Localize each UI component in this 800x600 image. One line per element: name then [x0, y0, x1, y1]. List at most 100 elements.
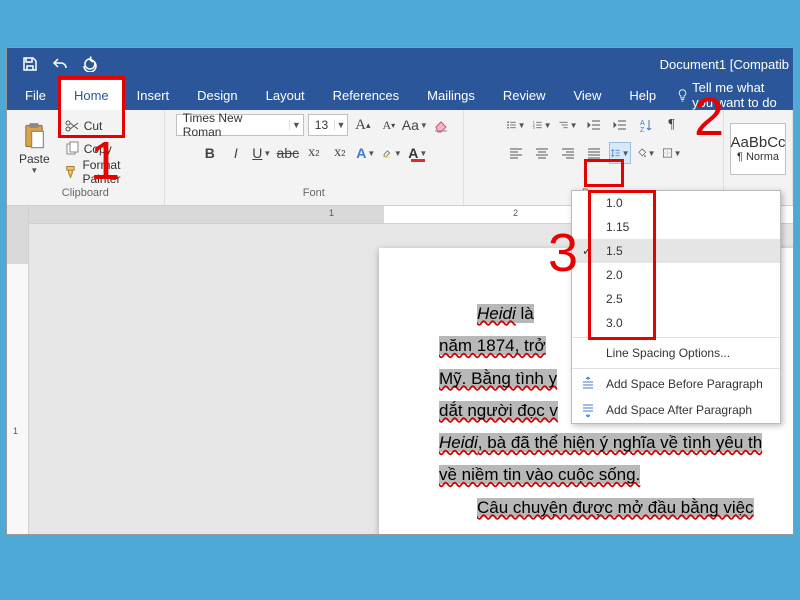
vertical-ruler[interactable]: 1 [7, 206, 29, 534]
numbering-button[interactable]: 123▼ [531, 114, 553, 136]
tab-file[interactable]: File [11, 80, 60, 110]
brush-icon [64, 164, 79, 180]
add-space-before-cmd[interactable]: Add Space Before Paragraph [572, 371, 780, 397]
doc-word: là [516, 304, 534, 323]
line-spacing-option[interactable]: 2.5 [572, 287, 780, 311]
style-normal[interactable]: AaBbCc ¶ Norma [730, 123, 786, 175]
outdent-icon [586, 117, 602, 133]
group-font: Times New Roman▼ 13▼ A▴ A▾ Aa▼ B I U▼ ab… [165, 110, 464, 205]
undo-button[interactable] [45, 49, 75, 79]
copy-button[interactable]: Copy [62, 138, 158, 160]
cut-button[interactable]: Cut [62, 115, 158, 137]
strikethrough-button[interactable]: abc [277, 142, 299, 164]
tab-layout[interactable]: Layout [252, 80, 319, 110]
numbering-icon: 123 [532, 117, 543, 133]
justify-icon [586, 145, 602, 161]
format-painter-button[interactable]: Format Painter [62, 161, 158, 183]
underline-button[interactable]: U▼ [251, 142, 273, 164]
bullets-icon [506, 117, 517, 133]
decrease-indent-button[interactable] [583, 114, 605, 136]
ls-value: 3.0 [606, 316, 623, 330]
align-right-icon [560, 145, 576, 161]
align-right-button[interactable] [557, 142, 579, 164]
superscript-button[interactable]: x2 [329, 142, 351, 164]
borders-icon [662, 145, 673, 161]
change-case-label: Aa [402, 117, 419, 133]
highlight-button[interactable]: ▼ [381, 142, 403, 164]
align-center-button[interactable] [531, 142, 553, 164]
hruler-num: 2 [513, 208, 518, 218]
doc-line: năm 1874, trở [439, 336, 546, 355]
ls-value: 2.0 [606, 268, 623, 282]
doc-line: Mỹ. Bằng tình y [439, 369, 557, 388]
tab-insert[interactable]: Insert [123, 80, 184, 110]
line-spacing-option[interactable]: 1.15 [572, 215, 780, 239]
paste-icon [20, 122, 48, 150]
bold-button[interactable]: B [199, 142, 221, 164]
shading-button[interactable]: ▼ [635, 142, 657, 164]
add-space-after-cmd[interactable]: Add Space After Paragraph [572, 397, 780, 423]
svg-text:Z: Z [640, 127, 645, 133]
cut-label: Cut [84, 119, 103, 133]
subscript-button[interactable]: x2 [303, 142, 325, 164]
show-marks-button[interactable]: ¶ [661, 114, 683, 136]
ls-value: 1.0 [606, 196, 623, 210]
group-clipboard: Paste ▼ Cut Copy Format Painter Clipboar… [7, 110, 165, 205]
group-clipboard-label: Clipboard [7, 187, 164, 205]
clear-formatting-button[interactable] [430, 114, 452, 136]
doc-line: Câu chuyện được mở đầu bằng việc [477, 498, 754, 517]
eraser-icon [433, 117, 449, 133]
font-name-combo[interactable]: Times New Roman▼ [176, 114, 304, 136]
tell-me-search[interactable]: Tell me what you want to do [670, 80, 793, 110]
multilevel-list-button[interactable]: ▼ [557, 114, 579, 136]
justify-button[interactable] [583, 142, 605, 164]
line-spacing-option[interactable]: 3.0 [572, 311, 780, 335]
paste-button[interactable]: Paste ▼ [13, 122, 56, 175]
svg-text:A: A [640, 120, 645, 127]
format-painter-label: Format Painter [82, 158, 155, 186]
increase-indent-button[interactable] [609, 114, 631, 136]
tab-home[interactable]: Home [60, 80, 123, 110]
redo-button[interactable] [75, 49, 105, 79]
borders-button[interactable]: ▼ [661, 142, 683, 164]
font-name-value: Times New Roman [177, 111, 289, 139]
check-icon: ✓ [582, 244, 592, 258]
align-center-icon [534, 145, 550, 161]
quick-access-toolbar: Document1 [Compatib [7, 48, 793, 80]
save-button[interactable] [15, 49, 45, 79]
line-spacing-icon [610, 145, 621, 161]
sort-button[interactable]: AZ [635, 114, 657, 136]
hruler-num: 1 [329, 208, 334, 218]
ls-before-label: Add Space Before Paragraph [606, 377, 763, 391]
line-spacing-option[interactable]: ✓1.5 [572, 239, 780, 263]
line-spacing-option[interactable]: 2.0 [572, 263, 780, 287]
ls-after-label: Add Space After Paragraph [606, 403, 752, 417]
line-spacing-option[interactable]: 1.0 [572, 191, 780, 215]
tab-design[interactable]: Design [183, 80, 251, 110]
doc-line: , bà đã thể hiện ý nghĩa về tình yêu th [478, 433, 762, 452]
change-case-button[interactable]: Aa▼ [404, 114, 426, 136]
tab-mailings[interactable]: Mailings [413, 80, 489, 110]
font-size-combo[interactable]: 13▼ [308, 114, 348, 136]
shrink-font-button[interactable]: A▾ [378, 114, 400, 136]
font-color-button[interactable]: A▼ [407, 142, 429, 164]
align-left-icon [508, 145, 524, 161]
tab-view[interactable]: View [559, 80, 615, 110]
text-effects-button[interactable]: A▼ [355, 142, 377, 164]
align-left-button[interactable] [505, 142, 527, 164]
grow-font-button[interactable]: A▴ [352, 114, 374, 136]
line-spacing-options-cmd[interactable]: Line Spacing Options... [572, 340, 780, 366]
bullets-button[interactable]: ▼ [505, 114, 527, 136]
tab-review[interactable]: Review [489, 80, 560, 110]
scissors-icon [64, 118, 80, 134]
tab-references[interactable]: References [319, 80, 413, 110]
vruler-tick: 1 [13, 426, 18, 436]
ls-more-label: Line Spacing Options... [606, 346, 730, 360]
line-spacing-button[interactable]: ▼ [609, 142, 631, 164]
space-before-icon [580, 376, 596, 392]
indent-icon [612, 117, 628, 133]
font-size-value: 13 [309, 118, 334, 132]
copy-icon [64, 141, 80, 157]
italic-button[interactable]: I [225, 142, 247, 164]
tab-help[interactable]: Help [615, 80, 670, 110]
